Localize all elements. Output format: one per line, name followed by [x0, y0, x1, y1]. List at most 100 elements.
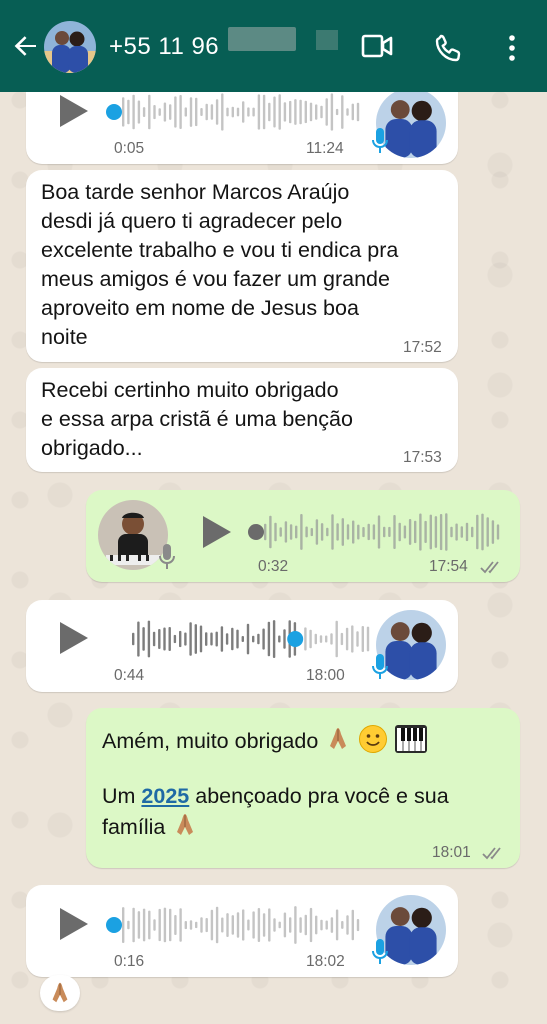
waveform-bar	[325, 98, 328, 126]
microphone-icon	[372, 128, 388, 153]
incoming-voice-message[interactable]: 0:44 18:00	[26, 600, 458, 692]
play-icon[interactable]	[203, 516, 231, 548]
waveform-bar	[179, 630, 182, 648]
smiling-face-emoji	[359, 725, 388, 753]
year-link[interactable]: 2025	[141, 784, 189, 808]
waveform-bar	[278, 94, 281, 130]
play-icon[interactable]	[60, 622, 88, 654]
audio-waveform[interactable]	[104, 903, 364, 947]
waveform-bar	[252, 635, 255, 643]
waveform-bar	[325, 635, 328, 643]
waveform-bar	[362, 527, 365, 538]
contact-phone-number[interactable]: +55 11 96	[109, 33, 219, 61]
audio-waveform[interactable]	[246, 510, 504, 554]
waveform-bar	[351, 625, 354, 653]
incoming-text-message[interactable]: Recebi certinho muito obrigado e essa ar…	[26, 368, 458, 472]
waveform-bar	[408, 519, 412, 545]
waveform-bar	[195, 97, 198, 127]
message-time: 18:01	[432, 844, 471, 861]
waveform-bar	[169, 908, 172, 942]
chat-header: +55 11 96	[0, 0, 547, 92]
phone-call-icon[interactable]	[434, 33, 464, 63]
waveform-bar	[310, 528, 313, 537]
waveform-bar	[122, 97, 125, 127]
waveform-bar	[257, 908, 261, 942]
waveform-bar	[195, 921, 198, 929]
waveform-bar	[215, 99, 219, 125]
microphone-icon	[372, 654, 388, 679]
waveform-bar	[372, 524, 376, 540]
waveform-bar	[393, 515, 396, 549]
waveform-bar	[268, 102, 271, 122]
incoming-text-message[interactable]: Boa tarde senhor Marcos Araújo desdi já …	[26, 170, 458, 362]
redacted-block	[228, 27, 296, 51]
outgoing-voice-message[interactable]: 0:32 17:54	[86, 490, 520, 582]
message-reaction[interactable]	[40, 975, 80, 1011]
waveform-bar	[231, 915, 234, 935]
playback-position-dot[interactable]	[287, 631, 304, 647]
waveform-bar	[189, 97, 193, 127]
contact-avatar[interactable]	[44, 21, 96, 73]
waveform-bar	[137, 911, 141, 939]
waveform-bar	[132, 907, 135, 943]
audio-waveform[interactable]	[114, 617, 374, 661]
audio-waveform[interactable]	[104, 90, 364, 134]
back-arrow-icon[interactable]	[10, 30, 42, 62]
waveform-bar	[205, 632, 208, 646]
waveform-bar	[295, 525, 298, 539]
waveform-bar	[262, 913, 266, 937]
waveform-bar	[278, 921, 281, 929]
waveform-bar	[460, 526, 463, 538]
waveform-bar	[351, 909, 354, 941]
waveform-bar	[205, 918, 208, 933]
waveform-bar	[122, 907, 125, 943]
message-time: 18:00	[306, 667, 345, 684]
message-text: Boa tarde senhor Marcos Araújo desdi já …	[41, 180, 399, 349]
play-icon[interactable]	[60, 95, 88, 127]
message-text: Recebi certinho muito obrigado e essa ar…	[41, 378, 353, 460]
waveform-bar	[299, 99, 302, 125]
waveform-bar	[326, 527, 329, 537]
waveform-bar	[319, 635, 323, 643]
voice-duration: 0:32	[258, 558, 289, 575]
waveform-bar	[152, 631, 156, 647]
outgoing-text-message[interactable]: Amém, muito obrigado Um 2025 abençoado p…	[86, 708, 520, 868]
waveform-bar	[346, 915, 349, 935]
waveform-bar	[184, 107, 187, 117]
playback-position-dot[interactable]	[248, 524, 264, 540]
waveform-bar	[147, 620, 151, 658]
waveform-bar	[142, 107, 146, 117]
waveform-bar	[252, 911, 255, 939]
waveform-bar	[471, 526, 474, 538]
more-options-icon[interactable]	[506, 33, 518, 63]
waveform-bar	[241, 636, 244, 642]
waveform-bar	[210, 632, 213, 646]
waveform-bar	[289, 917, 292, 933]
piano-keys-emoji	[395, 725, 428, 753]
waveform-bar	[320, 105, 323, 119]
waveform-bar	[221, 917, 224, 933]
waveform-bar	[220, 626, 224, 652]
waveform-bar	[346, 524, 350, 540]
waveform-bar	[127, 920, 130, 930]
play-icon[interactable]	[60, 908, 88, 940]
waveform-bar	[278, 635, 281, 643]
waveform-bar	[242, 101, 245, 123]
waveform-bar	[315, 519, 319, 545]
incoming-voice-message[interactable]: 0:16 18:02	[26, 885, 458, 977]
waveform-bar	[294, 906, 297, 944]
waveform-bar	[174, 915, 177, 935]
waveform-bar	[352, 520, 355, 544]
playback-position-dot[interactable]	[106, 917, 122, 933]
video-call-icon[interactable]	[361, 33, 393, 59]
read-receipt-icon	[480, 561, 499, 574]
waveform-bar	[330, 93, 334, 131]
message-time: 17:53	[403, 449, 442, 466]
waveform-bar	[262, 94, 266, 130]
waveform-bar	[148, 910, 151, 940]
waveform-bar	[434, 516, 438, 548]
waveform-bar	[304, 914, 307, 936]
waveform-bar	[247, 107, 250, 117]
waveform-bar	[184, 632, 187, 646]
playback-position-dot[interactable]	[106, 104, 122, 120]
